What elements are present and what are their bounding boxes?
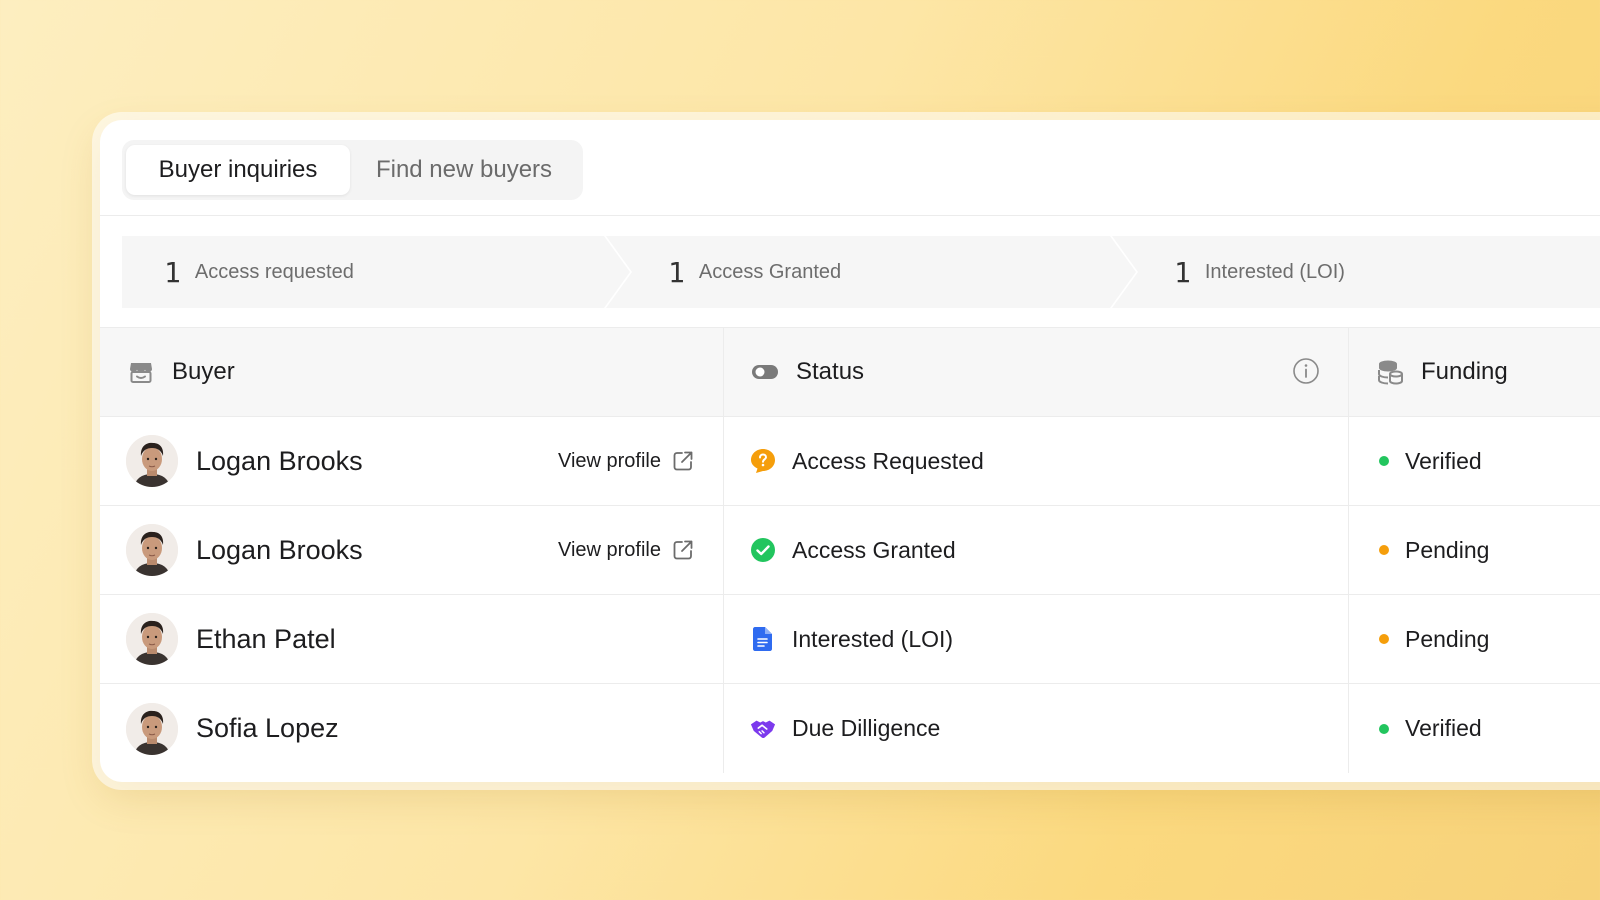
info-icon[interactable]: [1292, 357, 1322, 387]
status-label: Due Dilligence: [792, 715, 941, 741]
view-profile-label: View profile: [557, 538, 661, 561]
status-dot: [1379, 634, 1389, 644]
buyer-cell: Ethan Patel: [100, 595, 724, 683]
stage-count: 1: [1174, 255, 1191, 289]
status-dot: [1379, 723, 1389, 734]
tabs-bar: Buyer inquiries Find new buyers: [100, 120, 1600, 216]
buyer-cell: Sofia Lopez: [100, 684, 724, 773]
handshake-icon: [750, 716, 776, 742]
question-icon: [750, 448, 776, 474]
document-icon: [750, 626, 776, 652]
external-link-icon: [673, 451, 693, 471]
status-cell: Access Requested: [724, 417, 1349, 505]
status-dot: [1379, 456, 1389, 466]
view-profile-link[interactable]: View profile: [558, 538, 695, 562]
stage-label: Access Granted: [698, 260, 842, 283]
stage-access-requested[interactable]: 1 Access requested: [122, 236, 630, 308]
status-cell: Due Dilligence: [724, 684, 1349, 773]
avatar: [126, 435, 178, 487]
avatar: [126, 613, 178, 665]
stage-interested-loi[interactable]: 1 Interested (LOI): [1112, 236, 1600, 308]
check-circle-icon: [750, 537, 776, 563]
funding-cell: Verified: [1349, 417, 1600, 505]
column-label: Status: [796, 358, 865, 385]
avatar: [126, 702, 178, 755]
table-row[interactable]: Logan Brooks View profile Access Request…: [100, 417, 1600, 506]
store-icon: [126, 357, 156, 387]
status-label: Access Requested: [792, 447, 984, 474]
column-label: Buyer: [172, 358, 235, 385]
column-header-funding[interactable]: Funding: [1349, 328, 1600, 416]
external-link-icon: [673, 540, 693, 560]
stage-access-granted[interactable]: 1 Access Granted: [606, 236, 1136, 308]
funding-cell: Verified: [1349, 684, 1600, 773]
buyer-inquiries-card: Buyer inquiries Find new buyers 1 Access…: [100, 120, 1600, 782]
table-row[interactable]: Logan Brooks View profile Access Granted…: [100, 506, 1600, 595]
stage-count: 1: [164, 255, 181, 289]
stage-label: Access requested: [194, 260, 354, 283]
pipeline-stages: 1 Access requested 1 Access Granted 1 In…: [100, 216, 1600, 328]
status-cell: Interested (LOI): [724, 595, 1349, 683]
funding-label: Pending: [1405, 536, 1490, 563]
tab-group: Buyer inquiries Find new buyers: [122, 140, 583, 200]
avatar: [126, 524, 178, 576]
funding-label: Verified: [1405, 447, 1482, 474]
coins-icon: [1375, 357, 1405, 387]
toggle-icon: [750, 357, 780, 387]
tab-buyer-inquiries[interactable]: Buyer inquiries: [126, 145, 350, 195]
status-dot: [1379, 545, 1389, 555]
status-label: Interested (LOI): [792, 625, 954, 652]
buyer-cell: Logan Brooks View profile: [100, 506, 724, 594]
funding-cell: Pending: [1349, 595, 1600, 683]
funding-label: Pending: [1405, 625, 1490, 652]
buyer-name: Logan Brooks: [196, 445, 363, 476]
funding-label: Verified: [1405, 715, 1482, 741]
view-profile-link[interactable]: View profile: [558, 449, 695, 473]
buyer-cell: Logan Brooks View profile: [100, 417, 724, 505]
buyer-name: Ethan Patel: [196, 623, 336, 654]
column-label: Funding: [1421, 358, 1508, 385]
table-row[interactable]: Sofia Lopez Due Dilligence Verified: [100, 684, 1600, 773]
column-header-buyer[interactable]: Buyer: [100, 328, 724, 416]
stage-label: Interested (LOI): [1204, 260, 1345, 283]
view-profile-label: View profile: [557, 449, 661, 472]
funding-cell: Pending: [1349, 506, 1600, 594]
status-label: Access Granted: [792, 536, 956, 563]
tab-find-new-buyers[interactable]: Find new buyers: [350, 145, 578, 195]
buyer-name: Logan Brooks: [196, 534, 363, 565]
column-header-status[interactable]: Status: [724, 328, 1349, 416]
status-cell: Access Granted: [724, 506, 1349, 594]
buyers-table: Buyer Status Funding Logan Brooks View p…: [100, 328, 1600, 773]
table-header: Buyer Status Funding: [100, 328, 1600, 417]
table-row[interactable]: Ethan Patel Interested (LOI) Pending: [100, 595, 1600, 684]
stage-count: 1: [668, 255, 685, 289]
buyer-name: Sofia Lopez: [196, 713, 339, 743]
